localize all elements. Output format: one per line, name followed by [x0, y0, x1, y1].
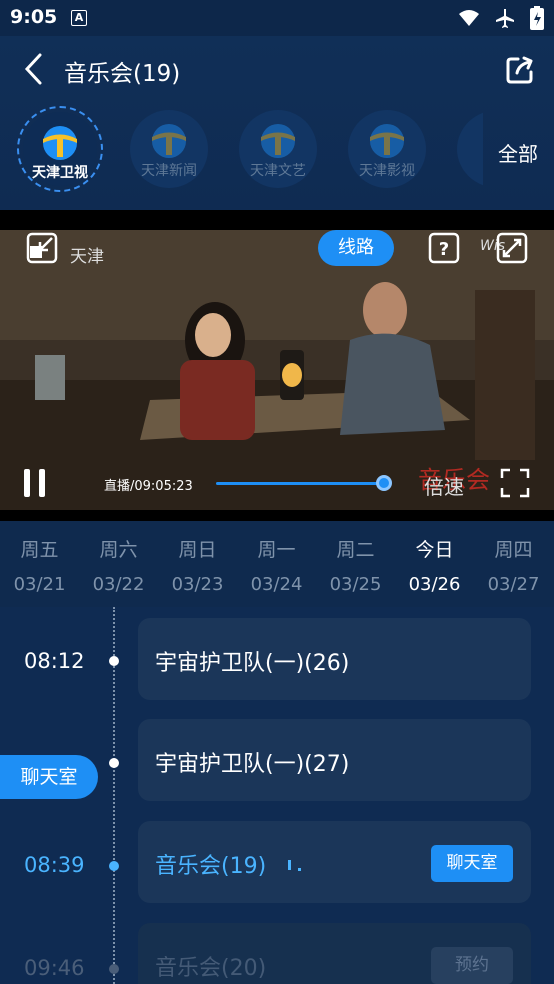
channel-label: 天津影视 [359, 163, 415, 179]
live-time-label: 直播/09:05:23 [104, 479, 193, 494]
timeline-dot [109, 758, 119, 768]
video-player[interactable]: 音乐会 Wis 天津 线路 ? 直播/09:05:23 倍速 [0, 210, 554, 521]
share-icon[interactable] [504, 54, 536, 86]
day-tab[interactable]: 周日 03/23 [158, 535, 237, 595]
header: 音乐会(19) 天津卫视 天津新闻 天津文艺 天津影视 全部 [0, 36, 554, 210]
channel-partial[interactable] [453, 106, 483, 192]
all-channels-button[interactable]: 全部 [498, 138, 538, 167]
day-tab[interactable]: 周四 03/27 [474, 535, 553, 595]
video-scene-image: 音乐会 Wis [0, 230, 554, 510]
status-time: 9:05 [10, 6, 58, 28]
day-selector: 周五 03/21 周六 03/22 周日 03/23 周一 03/24 周二 03/25 … [0, 521, 554, 607]
tianjin-logo-icon [152, 124, 186, 158]
program-title: 宇宙护卫队(一)(27) [155, 752, 350, 777]
channel-tianjin-news[interactable]: 天津新闻 [126, 106, 212, 192]
battery-icon [530, 6, 544, 30]
chatroom-button[interactable]: 聊天室 [431, 845, 513, 882]
progress-knob[interactable] [376, 475, 392, 491]
pause-icon[interactable] [22, 468, 48, 498]
program-title: 宇宙护卫队(一)(26) [155, 651, 350, 676]
program-time: 09:46 [24, 956, 85, 980]
speed-button[interactable]: 倍速 [424, 471, 464, 500]
program-time: 08:39 [24, 853, 85, 877]
notification-icon: A [71, 10, 87, 26]
expand-icon[interactable] [496, 232, 528, 264]
channel-tianjin-tv[interactable]: 天津卫视 [17, 106, 103, 192]
program-card[interactable]: 宇宙护卫队(一)(27) [138, 719, 531, 801]
svg-text:?: ? [439, 239, 449, 260]
program-card-upcoming[interactable]: 音乐会(20) 预约 [138, 923, 531, 984]
program-title: 音乐会(20) [155, 956, 267, 981]
channel-watermark: 天津 [70, 247, 104, 267]
route-button[interactable]: 线路 [318, 230, 394, 266]
day-tab[interactable]: 周五 03/21 [0, 535, 79, 595]
program-card[interactable]: 宇宙护卫队(一)(26) [138, 618, 531, 700]
page-title: 音乐会(19) [64, 61, 181, 87]
live-playing-icon [288, 860, 301, 871]
timeline-dot [109, 964, 119, 974]
day-tab-today[interactable]: 今日 03/26 [395, 535, 474, 595]
tianjin-logo-icon [261, 124, 295, 158]
tianjin-logo-icon [370, 124, 404, 158]
day-tab[interactable]: 周一 03/24 [237, 535, 316, 595]
program-title: 音乐会(19) [155, 854, 267, 879]
channel-label: 天津文艺 [250, 163, 306, 179]
timeline-dot [109, 861, 119, 871]
progress-bar[interactable] [216, 475, 392, 491]
program-time: 08:12 [24, 649, 85, 673]
pip-icon[interactable] [26, 232, 58, 264]
channel-label: 天津卫视 [32, 165, 88, 181]
status-bar: 9:05 A [0, 0, 554, 36]
timeline-dot [109, 656, 119, 666]
channel-tianjin-arts[interactable]: 天津文艺 [235, 106, 321, 192]
fullscreen-icon[interactable] [500, 468, 530, 498]
airplane-icon [496, 9, 514, 28]
reserve-button[interactable]: 预约 [431, 947, 513, 984]
floating-chatroom-button[interactable]: 聊天室 [0, 755, 98, 799]
wifi-icon [459, 10, 479, 26]
day-tab[interactable]: 周二 03/25 [316, 535, 395, 595]
back-arrow-icon[interactable] [20, 52, 50, 86]
tianjin-logo-icon [43, 126, 77, 160]
status-icons [458, 6, 544, 30]
channel-label: 天津新闻 [141, 163, 197, 179]
help-icon[interactable]: ? [428, 232, 460, 264]
program-card-live[interactable]: 音乐会(19) 聊天室 [138, 821, 531, 903]
video-frame: 音乐会 Wis [0, 230, 554, 510]
day-tab[interactable]: 周六 03/22 [79, 535, 158, 595]
channel-strip: 天津卫视 天津新闻 天津文艺 天津影视 全部 [0, 106, 554, 196]
channel-tianjin-film[interactable]: 天津影视 [344, 106, 430, 192]
